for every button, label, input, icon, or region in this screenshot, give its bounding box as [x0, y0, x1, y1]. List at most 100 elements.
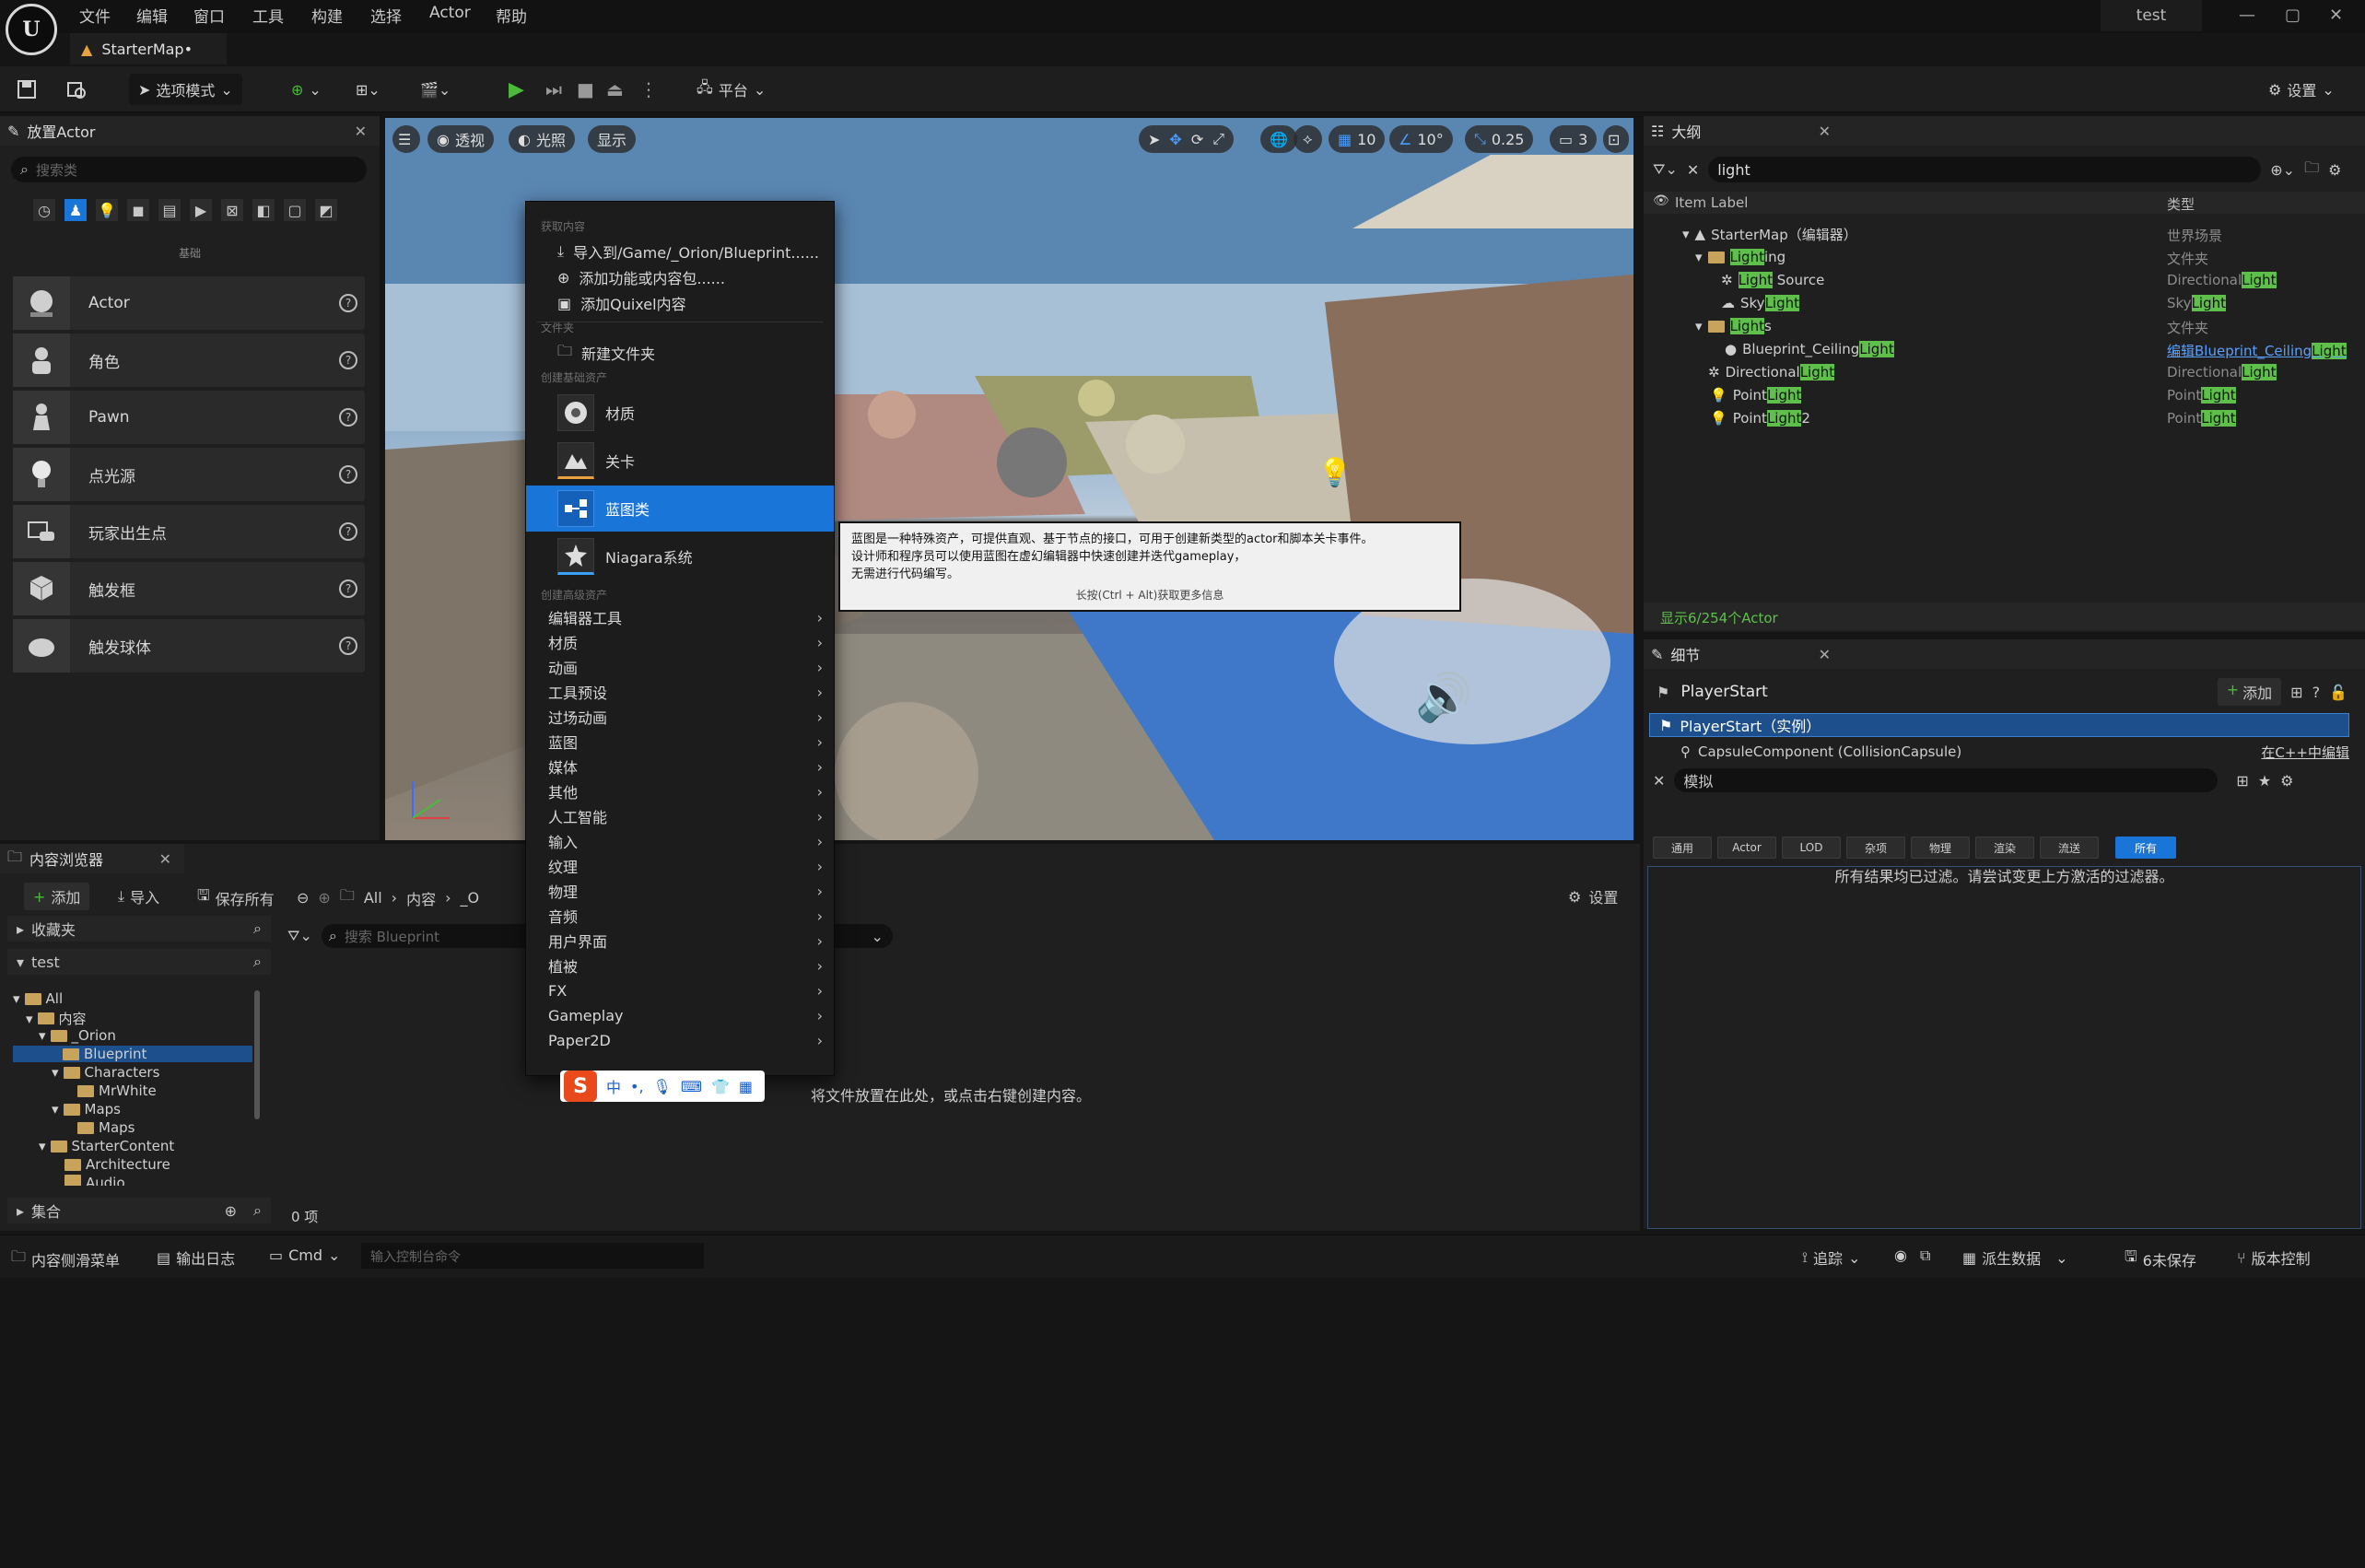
basic-category-icon[interactable]: ♟: [64, 199, 87, 221]
microphone-icon[interactable]: 🎙: [653, 1078, 672, 1095]
all-classes-category-icon[interactable]: ▢: [284, 199, 306, 221]
outliner-row[interactable]: ▾ Lighting: [1695, 246, 1785, 268]
rotate-tool-icon[interactable]: ⟳: [1191, 131, 1203, 148]
submenu-editor-tools[interactable]: 编辑器工具 ›: [526, 607, 834, 628]
path-segment[interactable]: _O: [461, 889, 480, 907]
star-icon[interactable]: ★: [2258, 772, 2271, 790]
submenu-user-interface[interactable]: 用户界面 ›: [526, 930, 834, 952]
actor-item-point-light[interactable]: 点光源 ?: [13, 448, 365, 501]
blueprint-icon[interactable]: ⊞: [2290, 684, 2302, 701]
outliner-row[interactable]: ● Blueprint_CeilingLight: [1725, 338, 1894, 360]
select-tool-icon[interactable]: ➤: [1148, 131, 1160, 148]
place-actor-tab[interactable]: ✎ 放置Actor ✕: [0, 116, 380, 146]
filter-all[interactable]: 所有: [2115, 837, 2176, 859]
menu-help[interactable]: 帮助: [496, 4, 527, 27]
outliner-tab[interactable]: ☷ 大纲 ✕: [1644, 116, 2365, 146]
menu-build[interactable]: 构建: [311, 4, 343, 27]
collections-header[interactable]: ▸ 集合 ⊕ ⌕: [7, 1198, 271, 1223]
asset-search-input[interactable]: 搜索 Blueprint: [345, 927, 439, 946]
shapes-category-icon[interactable]: ◼: [127, 199, 149, 221]
record-icon[interactable]: ◉: [1894, 1246, 1907, 1264]
platform-button[interactable]: 🖧 平台 ⌄: [697, 74, 766, 105]
add-actor-icon[interactable]: ⊕ ⌄: [291, 74, 322, 105]
more-options-icon[interactable]: ⋮: [639, 74, 658, 105]
menu-import[interactable]: ⤓ 导入到/Game/_Orion/Blueprint......: [526, 240, 834, 263]
add-icon[interactable]: ⊕⌄: [2270, 161, 2295, 179]
menu-add-quixel[interactable]: ▣ 添加Quixel内容: [526, 292, 834, 314]
outliner-row[interactable]: ▾ Lights: [1695, 315, 1772, 337]
cinematic-category-icon[interactable]: ▤: [158, 199, 181, 221]
actor-search-box[interactable]: ⌕ 搜索类: [11, 157, 367, 182]
submenu-cinematics[interactable]: 过场动画 ›: [526, 707, 834, 728]
forward-icon[interactable]: ⊕: [318, 889, 330, 907]
filter-physics[interactable]: 物理: [1911, 837, 1970, 859]
filter-streaming[interactable]: 流送: [2040, 837, 2099, 859]
details-tab[interactable]: ✎ 细节 ✕: [1644, 639, 2365, 669]
lighting-button[interactable]: ◐ 光照: [509, 125, 575, 153]
move-tool-icon[interactable]: ✥: [1169, 131, 1181, 148]
menu-niagara[interactable]: Niagara系统: [526, 533, 834, 579]
help-icon[interactable]: ?: [339, 408, 357, 427]
extra-category-icon[interactable]: ◩: [315, 199, 337, 221]
submenu-gameplay[interactable]: Gameplay ›: [526, 1005, 834, 1025]
tree-item[interactable]: ▾ Maps: [52, 1101, 121, 1117]
tree-item[interactable]: Audio: [64, 1175, 125, 1186]
console-input[interactable]: 输入控制台命令: [361, 1243, 704, 1269]
tree-item[interactable]: ▾ Characters: [52, 1064, 159, 1081]
filter-general[interactable]: 通用: [1653, 837, 1712, 859]
cmd-selector[interactable]: ▭ Cmd ⌄: [269, 1246, 340, 1264]
submenu-fx[interactable]: FX ›: [526, 980, 834, 1000]
submenu-blueprint[interactable]: 蓝图 ›: [526, 731, 834, 753]
submenu-misc[interactable]: 其他 ›: [526, 781, 834, 802]
output-log-button[interactable]: ▤ 输出日志: [157, 1246, 235, 1269]
filter-icon[interactable]: ⛛⌄: [287, 927, 312, 945]
save-all-button[interactable]: 🖫 保存所有: [197, 885, 275, 910]
menu-new-folder[interactable]: 🗀 新建文件夹: [526, 342, 834, 364]
tree-item[interactable]: ▾ StarterContent: [39, 1138, 174, 1154]
menu-tools[interactable]: 工具: [252, 4, 284, 27]
maximize-viewport-icon[interactable]: ⊡: [1603, 125, 1629, 153]
edit-blueprint-link[interactable]: 编辑Blueprint_CeilingLight: [2167, 341, 2347, 360]
close-tab-icon[interactable]: ✕: [159, 850, 171, 868]
tree-item[interactable]: Maps: [77, 1119, 135, 1136]
clear-search-icon[interactable]: ✕: [1653, 772, 1665, 790]
screenshot-icon[interactable]: ⧉: [1920, 1246, 1930, 1265]
edit-cpp-link[interactable]: 在C++中编辑: [2261, 743, 2349, 762]
skin-icon[interactable]: 👕: [711, 1078, 730, 1095]
settings-button[interactable]: ⚙ 设置 ⌄: [2268, 74, 2335, 105]
menu-select[interactable]: 选择: [370, 4, 402, 27]
component-row[interactable]: ⚲ CapsuleComponent (CollisionCapsule) 在C+…: [1680, 741, 2349, 763]
favorites-header[interactable]: ▸ 收藏夹 ⌕: [7, 916, 271, 942]
menu-blueprint-class[interactable]: 蓝图类: [526, 486, 834, 532]
content-browser-tab[interactable]: 🗀 内容浏览器 ✕: [0, 844, 184, 873]
table-icon[interactable]: ⊞: [2236, 772, 2248, 790]
help-icon[interactable]: ?: [339, 294, 357, 312]
menu-window[interactable]: 窗口: [193, 4, 225, 27]
outliner-row[interactable]: 💡 PointLight2: [1710, 407, 1810, 429]
scale-tool-icon[interactable]: ⤢: [1212, 130, 1224, 148]
map-tab[interactable]: ▲ StarterMap•: [70, 33, 227, 64]
menu-actor[interactable]: Actor: [429, 4, 471, 22]
actor-item-pawn[interactable]: Pawn ?: [13, 391, 365, 444]
gear-icon[interactable]: ⚙: [2328, 161, 2341, 179]
type-header[interactable]: 类型: [2167, 194, 2195, 214]
gear-icon[interactable]: ⚙: [2280, 772, 2293, 790]
rotation-snap-button[interactable]: ∠ 10°: [1389, 125, 1453, 153]
show-button[interactable]: 显示: [588, 125, 637, 153]
camera-speed-button[interactable]: ▭ 3: [1550, 125, 1598, 153]
submenu-paper2d[interactable]: Paper2D ›: [526, 1030, 834, 1050]
outliner-search-input[interactable]: light: [1708, 157, 2262, 182]
actor-item-actor[interactable]: Actor ?: [13, 276, 365, 330]
help-icon[interactable]: ?: [2312, 684, 2321, 701]
help-icon[interactable]: ?: [339, 465, 357, 484]
filter-icon[interactable]: ⛛⌄: [1653, 160, 1678, 179]
source-control-button[interactable]: ⑂ 版本控制: [2237, 1246, 2311, 1269]
viewport-menu-icon[interactable]: ☰: [392, 125, 420, 153]
close-tab-icon[interactable]: ✕: [1819, 123, 1831, 140]
filter-actor[interactable]: Actor: [1717, 837, 1776, 859]
submenu-animation[interactable]: 动画 ›: [526, 657, 834, 678]
details-search-input[interactable]: 模拟: [1674, 768, 2219, 792]
visibility-icon[interactable]: 👁: [1653, 193, 1669, 208]
unreal-logo-icon[interactable]: U: [6, 4, 57, 55]
instance-row[interactable]: ⚑ PlayerStart（实例）: [1649, 713, 2349, 737]
